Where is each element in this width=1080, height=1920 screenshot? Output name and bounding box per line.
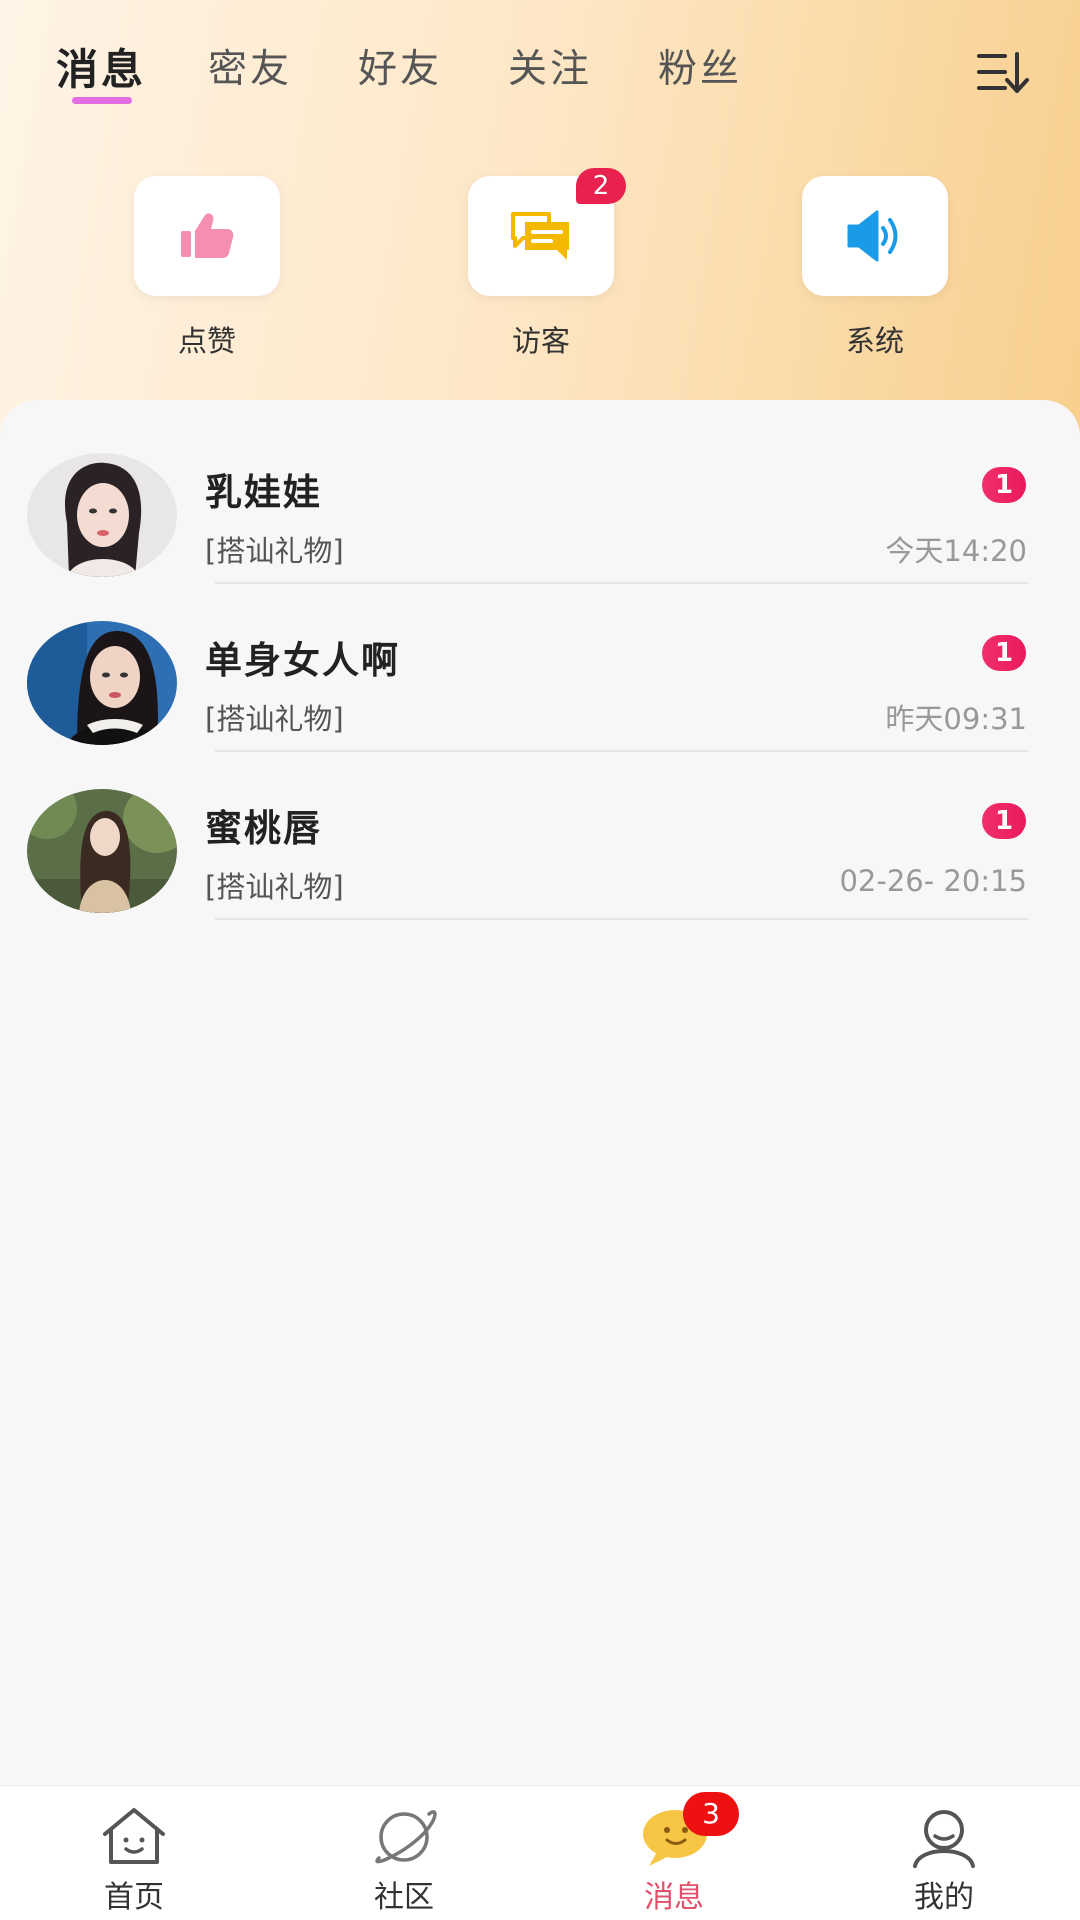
nav-profile[interactable]: 我的 <box>874 1786 1014 1920</box>
visitors-label: 访客 <box>511 324 570 358</box>
likes-button[interactable] <box>134 176 280 296</box>
messages-unread-badge: 3 <box>683 1792 739 1836</box>
nav-community[interactable]: 社区 <box>334 1786 474 1920</box>
nav-messages-label: 消息 <box>644 1880 704 1915</box>
conversation-item[interactable]: 单身女人啊 1 [搭讪礼物] 昨天09:31 <box>0 588 1080 756</box>
chat-bubbles-icon <box>511 212 569 260</box>
conversation-item[interactable]: 乳娃娃 1 [搭讪礼物] 今天14:20 <box>0 420 1080 588</box>
unread-badge: 1 <box>982 803 1026 839</box>
nav-home-label: 首页 <box>104 1880 164 1915</box>
timestamp: 今天14:20 <box>885 534 1027 568</box>
conversation-list: 乳娃娃 1 [搭讪礼物] 今天14:20 单身女人啊 1 [搭讪礼物] 昨天09… <box>0 400 1080 1785</box>
contact-name: 蜜桃唇 <box>205 807 322 850</box>
last-message: [搭讪礼物] <box>205 870 344 904</box>
unread-badge: 1 <box>982 467 1026 503</box>
conversation-item[interactable]: 蜜桃唇 1 [搭讪礼物] 02-26- 20:15 <box>0 756 1080 924</box>
profile-icon <box>913 1810 975 1868</box>
timestamp: 昨天09:31 <box>885 702 1027 736</box>
contact-name: 单身女人啊 <box>205 639 400 682</box>
visitors-badge: 2 <box>576 168 626 204</box>
avatar <box>27 621 177 745</box>
divider <box>215 582 1028 584</box>
avatar <box>27 453 177 577</box>
speaker-icon <box>847 210 898 262</box>
unread-badge: 1 <box>982 635 1026 671</box>
contact-name: 乳娃娃 <box>205 471 322 514</box>
nav-home[interactable]: 首页 <box>64 1786 204 1920</box>
home-icon <box>103 1808 165 1864</box>
timestamp: 02-26- 20:15 <box>839 864 1027 898</box>
thumbs-up-icon <box>181 213 234 258</box>
system-button[interactable] <box>802 176 948 296</box>
active-tab-indicator <box>72 97 132 104</box>
likes-label: 点赞 <box>177 324 236 358</box>
divider <box>215 918 1028 920</box>
last-message: [搭讪礼物] <box>205 702 344 736</box>
nav-community-label: 社区 <box>374 1880 434 1915</box>
planet-icon <box>375 1810 437 1864</box>
tab-following[interactable]: 关注 <box>508 40 592 100</box>
tab-close-friends[interactable]: 密友 <box>208 40 292 100</box>
sort-icon[interactable] <box>975 50 1031 96</box>
nav-profile-label: 我的 <box>914 1880 974 1915</box>
tab-fans[interactable]: 粉丝 <box>658 40 742 100</box>
divider <box>215 750 1028 752</box>
tab-messages[interactable]: 消息 <box>56 40 146 100</box>
last-message: [搭讪礼物] <box>205 534 344 568</box>
bottom-navigation: 首页 社区 消息 我的 <box>0 1785 1080 1920</box>
top-tabs: 消息 密友 好友 关注 粉丝 <box>0 40 1080 120</box>
system-label: 系统 <box>845 324 904 358</box>
avatar <box>27 789 177 913</box>
tab-friends[interactable]: 好友 <box>358 40 442 100</box>
